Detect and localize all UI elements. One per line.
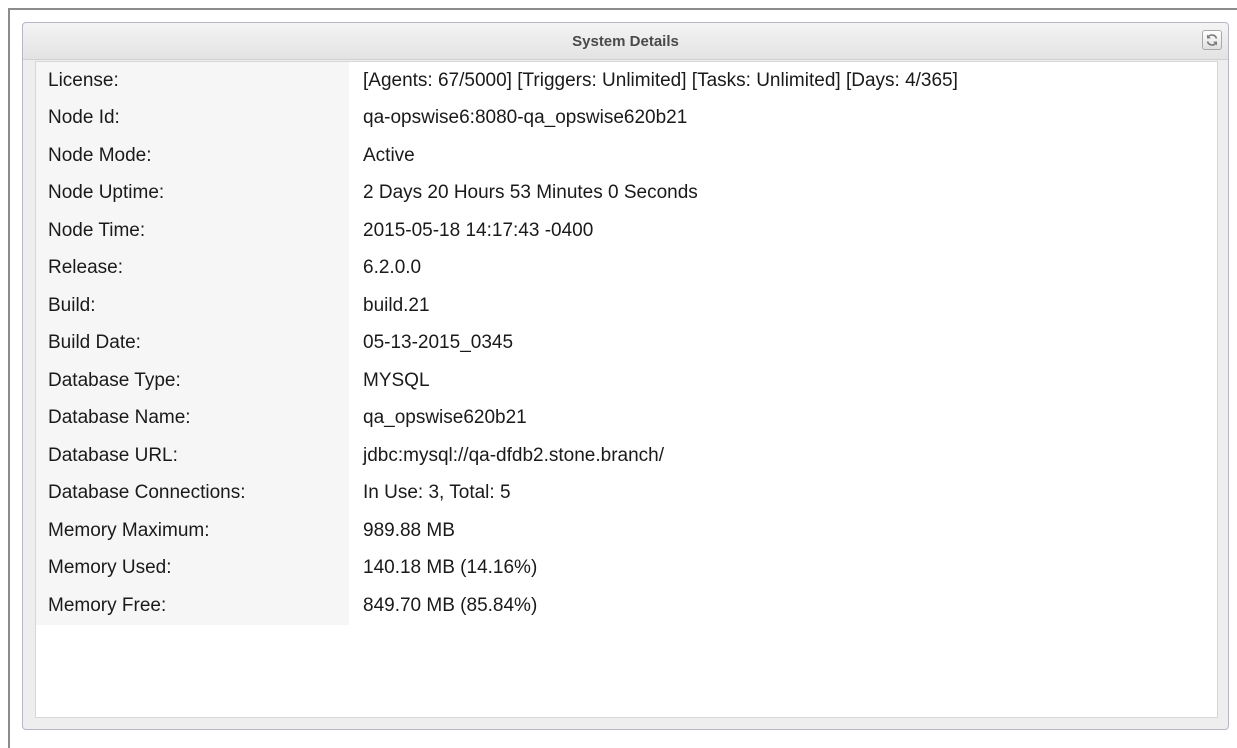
detail-label: License: (36, 62, 349, 100)
detail-value: In Use: 3, Total: 5 (363, 482, 511, 504)
detail-value: Active (363, 144, 415, 166)
panel-title: System Details (572, 32, 679, 50)
detail-label: Database Type: (36, 362, 349, 400)
detail-value: 140.18 MB (14.16%) (363, 557, 538, 579)
detail-label: Database Connections: (36, 474, 349, 512)
refresh-button[interactable] (1202, 30, 1222, 50)
detail-label: Build Date: (36, 324, 349, 362)
detail-label: Memory Free: (36, 587, 349, 625)
detail-value: jdbc:mysql://qa-dfdb2.stone.branch/ (363, 444, 665, 466)
detail-value: 6.2.0.0 (363, 257, 422, 279)
detail-row: Memory Used: 140.18 MB (14.16%) (36, 549, 968, 587)
detail-row: Database Connections: In Use: 3, Total: 5 (36, 474, 968, 512)
detail-value: 05-13-2015_0345 (363, 332, 514, 354)
detail-label: Memory Used: (36, 549, 349, 587)
detail-label: Node Uptime: (36, 174, 349, 212)
detail-row: Memory Maximum: 989.88 MB (36, 512, 968, 550)
detail-value: MYSQL (363, 369, 430, 391)
detail-value: qa-opswise6:8080-qa_opswise620b21 (363, 107, 688, 129)
detail-label: Node Mode: (36, 137, 349, 175)
detail-value: 849.70 MB (85.84%) (363, 594, 538, 616)
detail-value: [Agents: 67/5000] [Triggers: Unlimited] … (363, 69, 958, 91)
detail-label: Database Name: (36, 399, 349, 437)
detail-value: build.21 (363, 294, 430, 316)
detail-row: Build Date: 05-13-2015_0345 (36, 324, 968, 362)
detail-label: Database URL: (36, 437, 349, 475)
detail-row: Database Name: qa_opswise620b21 (36, 399, 968, 437)
detail-value: 2 Days 20 Hours 53 Minutes 0 Seconds (363, 182, 698, 204)
details-body: License: [Agents: 67/5000] [Triggers: Unl… (35, 61, 1218, 718)
detail-row: License: [Agents: 67/5000] [Triggers: Unl… (36, 62, 968, 100)
detail-row: Release: 6.2.0.0 (36, 249, 968, 287)
detail-row: Node Mode: Active (36, 137, 968, 175)
detail-row: Memory Free: 849.70 MB (85.84%) (36, 587, 968, 625)
detail-label: Node Id: (36, 99, 349, 137)
detail-label: Memory Maximum: (36, 512, 349, 550)
detail-value: 989.88 MB (363, 519, 455, 541)
panel-header: System Details (23, 23, 1228, 60)
detail-row: Database URL: jdbc:mysql://qa-dfdb2.stone… (36, 437, 968, 475)
refresh-icon (1205, 33, 1219, 47)
detail-row: Node Id: qa-opswise6:8080-qa_opswise620b2… (36, 99, 968, 137)
detail-label: Release: (36, 249, 349, 287)
detail-value: qa_opswise620b21 (363, 407, 527, 429)
detail-row: Database Type: MYSQL (36, 362, 968, 400)
detail-label: Node Time: (36, 212, 349, 250)
detail-row: Node Time: 2015-05-18 14:17:43 -0400 (36, 212, 968, 250)
system-details-panel: System Details License: [Agents: 67/5000]… (22, 22, 1229, 730)
detail-row: Node Uptime: 2 Days 20 Hours 53 Minutes 0… (36, 174, 968, 212)
detail-label: Build: (36, 287, 349, 325)
detail-row: Build: build.21 (36, 287, 968, 325)
detail-value: 2015-05-18 14:17:43 -0400 (363, 219, 594, 241)
details-table: License: [Agents: 67/5000] [Triggers: Unl… (36, 62, 968, 625)
